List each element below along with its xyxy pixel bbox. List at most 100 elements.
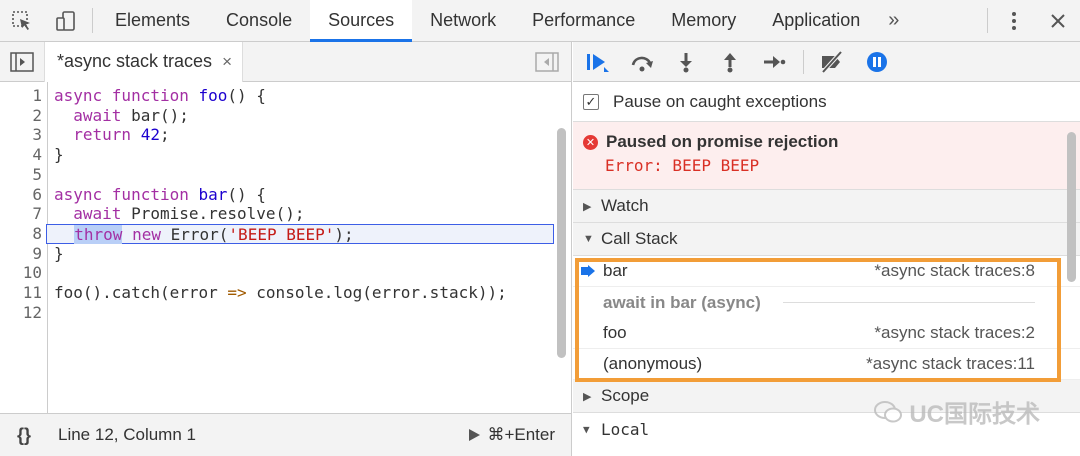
line-number[interactable]: 4 [0, 145, 42, 165]
cursor-position: Line 12, Column 1 [58, 425, 196, 444]
frame-location[interactable]: *async stack traces:8 [874, 261, 1035, 281]
frame-location[interactable]: *async stack traces:2 [874, 323, 1035, 343]
resume-button[interactable] [583, 47, 613, 77]
tab-network[interactable]: Network [412, 0, 514, 41]
paused-title: Paused on promise rejection [606, 132, 839, 151]
resume-icon [587, 53, 609, 72]
chevron-right-icon: ▶ [583, 390, 592, 403]
line-number[interactable]: 5 [0, 165, 42, 185]
editor-scrollbar[interactable] [557, 128, 566, 358]
line-number[interactable]: 8 [0, 224, 42, 244]
line-number[interactable]: 7 [0, 204, 42, 224]
tab-label: Memory [671, 10, 737, 30]
watermark-text: UC国际技术 [909, 401, 1040, 428]
code-line: 5 [0, 165, 555, 185]
frame-function: bar [603, 261, 628, 280]
pause-on-exceptions-button[interactable] [862, 47, 892, 77]
code-line: 1 async function foo() { [0, 86, 555, 106]
tab-label: Console [226, 10, 293, 30]
run-shortcut: ⌘+Enter [487, 425, 555, 444]
async-separator: await in bar (async) [573, 287, 1080, 318]
call-frame-bar[interactable]: bar *async stack traces:8 [573, 256, 1080, 287]
file-tab[interactable]: *async stack traces × [44, 41, 243, 82]
tab-console[interactable]: Console [208, 0, 310, 41]
toolbar-divider [987, 8, 988, 33]
toolbar-divider [803, 49, 804, 74]
inspect-element-icon[interactable] [0, 0, 44, 41]
step-into-button[interactable] [671, 47, 701, 77]
code-line: 6 async function bar() { [0, 185, 555, 205]
file-tab-label: *async stack traces [57, 51, 213, 71]
debugger-sidebar: ✓ Pause on caught exceptions ✕ Paused on … [573, 42, 1080, 456]
tab-performance[interactable]: Performance [514, 0, 653, 41]
step-over-button[interactable] [627, 47, 657, 77]
wechat-logo-icon [874, 400, 903, 422]
debugger-toolbar [573, 42, 1080, 82]
deactivate-breakpoints-button[interactable] [818, 47, 848, 77]
tab-label: Sources [328, 10, 395, 30]
step-out-button[interactable] [715, 47, 745, 77]
close-tab-icon[interactable]: × [222, 52, 232, 72]
code-editor[interactable]: 1 async function foo() { 2 await bar(); 3… [0, 82, 571, 413]
editor-status-bar: {} Line 12, Column 1 ⌘+Enter [0, 413, 571, 456]
toggle-navigator-icon[interactable] [10, 52, 34, 72]
call-frame-foo[interactable]: foo *async stack traces:2 [573, 318, 1080, 349]
code-line-number-8: 8 [0, 224, 46, 244]
pause-caught-checkbox[interactable]: ✓ [583, 93, 599, 110]
step-over-icon [631, 56, 653, 71]
watch-section-header[interactable]: ▶ Watch [573, 190, 1080, 223]
pretty-print-button[interactable]: {} [0, 425, 48, 446]
chevron-down-icon: ▼ [583, 233, 594, 245]
play-icon [469, 429, 481, 441]
tab-memory[interactable]: Memory [653, 0, 754, 41]
device-toolbar-icon[interactable] [44, 0, 88, 41]
line-number[interactable]: 3 [0, 125, 42, 145]
tab-label: Network [430, 10, 497, 30]
line-number[interactable]: 10 [0, 263, 42, 283]
chevron-down-icon: ▼ [583, 422, 590, 436]
line-number[interactable]: 9 [0, 244, 42, 264]
line-number[interactable]: 11 [0, 283, 42, 303]
frame-function: (anonymous) [603, 354, 703, 373]
sidebar-scrollbar[interactable] [1067, 132, 1076, 282]
code-line: 3 return 42; [0, 125, 555, 145]
close-icon[interactable] [1036, 0, 1080, 41]
tab-label: Application [772, 10, 861, 30]
code-line: 10 [0, 263, 555, 283]
section-title: Call Stack [601, 229, 678, 248]
chevron-right-icon: ▶ [583, 200, 592, 213]
tab-sources[interactable]: Sources [310, 0, 413, 42]
tab-application[interactable]: Application [754, 0, 878, 41]
step-into-icon [680, 52, 692, 72]
run-snippet-button[interactable]: ⌘+Enter [467, 425, 555, 445]
frame-location[interactable]: *async stack traces:11 [866, 354, 1035, 374]
watermark: UC国际技术 [873, 394, 1040, 429]
call-frame-anonymous[interactable]: (anonymous) *async stack traces:11 [573, 349, 1080, 380]
kebab-menu-icon[interactable] [992, 0, 1036, 41]
async-separator-label: await in bar (async) [603, 292, 769, 313]
sources-editor-panel: *async stack traces × 1 async function fo… [0, 41, 572, 456]
file-tab-bar: *async stack traces × [0, 41, 571, 82]
step-out-icon [724, 52, 736, 72]
pause-caught-exceptions-row[interactable]: ✓ Pause on caught exceptions [573, 82, 1080, 122]
pause-caught-label: Pause on caught exceptions [613, 91, 827, 111]
call-stack-section-header[interactable]: ▼ Call Stack [573, 223, 1080, 256]
section-title: Scope [601, 386, 650, 405]
line-number[interactable]: 2 [0, 106, 42, 126]
pause-on-exceptions-icon [867, 51, 887, 72]
step-button[interactable] [759, 47, 789, 77]
line-number[interactable]: 6 [0, 185, 42, 205]
toolbar-divider [92, 8, 93, 33]
current-frame-arrow-icon [581, 265, 595, 277]
tab-label: Performance [532, 10, 636, 30]
tab-elements[interactable]: Elements [97, 0, 208, 41]
paused-message: ✕ Paused on promise rejection Error: BEEP… [573, 122, 1080, 190]
more-tabs-button[interactable]: » [878, 0, 909, 41]
toggle-debugger-icon[interactable] [535, 52, 559, 72]
line-number[interactable]: 1 [0, 86, 42, 106]
code-line: 4} [0, 145, 555, 165]
devtools-tab-bar: Elements Console Sources Network Perform… [0, 0, 1080, 42]
error-icon: ✕ [583, 134, 598, 150]
line-number[interactable]: 12 [0, 303, 42, 323]
frame-function: foo [603, 323, 627, 342]
